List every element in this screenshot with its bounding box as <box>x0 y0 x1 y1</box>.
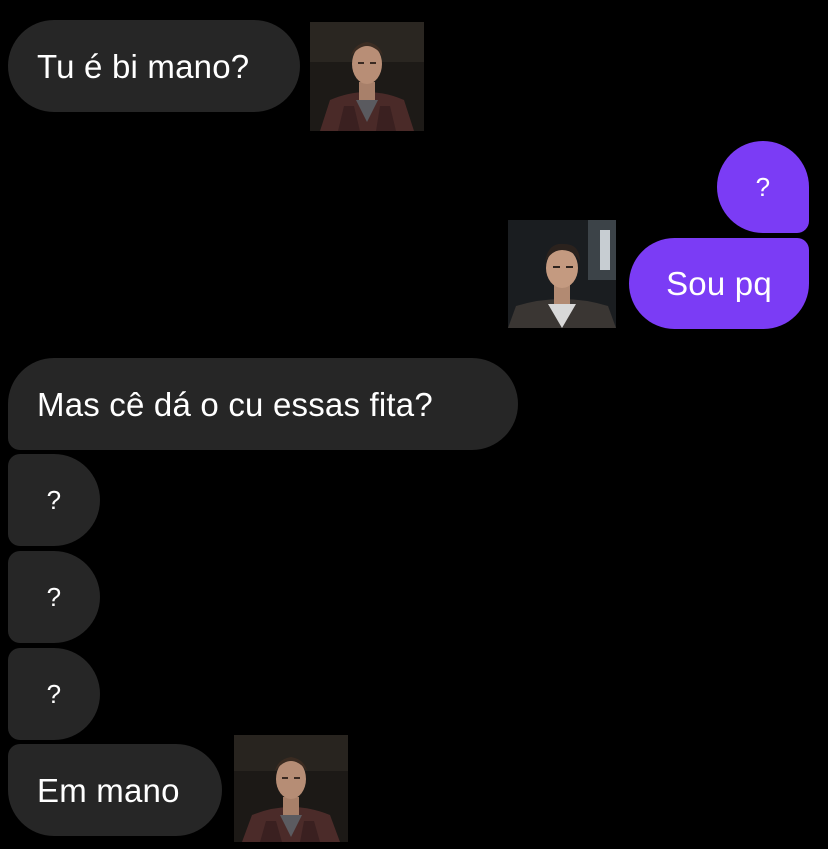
incoming-message-bubble[interactable]: Mas cê dá o cu essas fita? <box>8 358 518 450</box>
incoming-message-bubble[interactable]: Tu é bi mano? <box>8 20 300 112</box>
incoming-message-bubble[interactable]: ? <box>8 454 100 546</box>
outgoing-message-bubble[interactable]: ? <box>717 141 809 233</box>
message-text: ? <box>46 485 62 515</box>
chat-thread: Tu é bi mano? ? Sou pq Mas cê dá o cu es… <box>0 0 828 849</box>
message-text: Em mano <box>37 771 180 809</box>
message-text: ? <box>46 582 62 612</box>
message-text: Tu é bi mano? <box>37 47 250 85</box>
incoming-message-bubble[interactable]: Em mano <box>8 744 222 836</box>
reaction-avatar-image <box>234 735 348 842</box>
incoming-message-bubble[interactable]: ? <box>8 648 100 740</box>
message-text: Mas cê dá o cu essas fita? <box>37 385 433 423</box>
reaction-avatar-image <box>508 220 616 328</box>
outgoing-message-bubble[interactable]: Sou pq <box>629 238 809 329</box>
message-text: ? <box>755 172 771 202</box>
reaction-avatar-image <box>310 22 424 131</box>
message-text: ? <box>46 679 62 709</box>
message-text: Sou pq <box>666 265 772 302</box>
incoming-message-bubble[interactable]: ? <box>8 551 100 643</box>
